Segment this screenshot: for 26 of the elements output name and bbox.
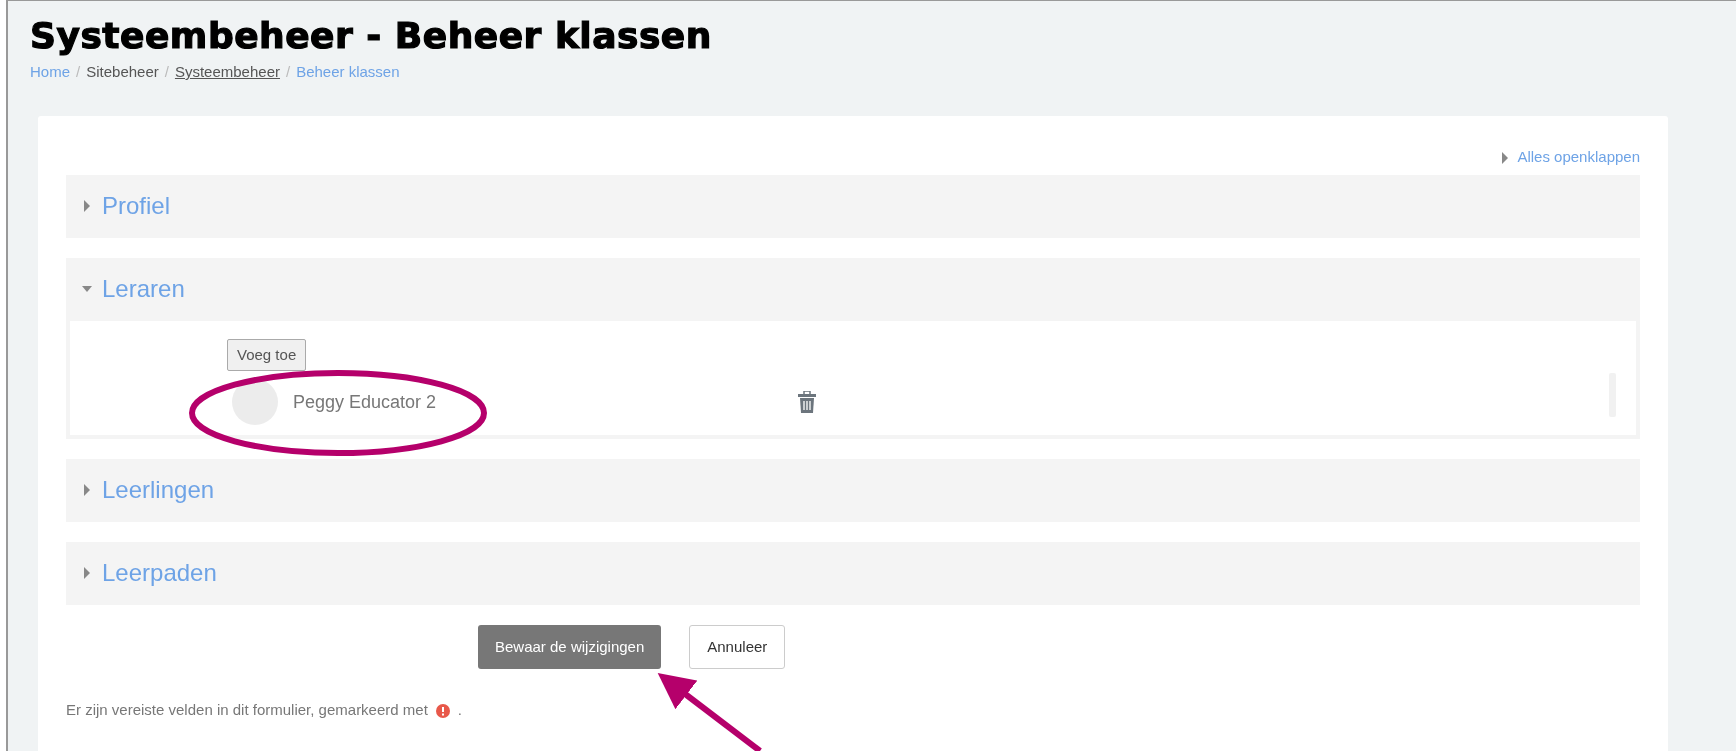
- expand-triangle-icon[interactable]: [82, 484, 92, 497]
- section-toggle[interactable]: Leerlingen: [102, 472, 215, 509]
- breadcrumb-text: Sitebeheer: [86, 62, 159, 80]
- breadcrumb-link[interactable]: Systeembeheer: [174, 62, 280, 80]
- breadcrumb-link[interactable]: Home: [30, 62, 70, 80]
- required-icon: [435, 703, 450, 718]
- expand-triangle-icon[interactable]: [82, 200, 92, 213]
- section-toggle[interactable]: Leerpaden: [102, 555, 217, 592]
- expand-all-link[interactable]: Alles openklappen: [1517, 148, 1640, 166]
- member-name: Peggy Educator 2: [293, 390, 438, 414]
- section-toggle[interactable]: Profiel: [102, 188, 171, 225]
- avatar-circle: [232, 379, 278, 426]
- page-title: Systeembeheer - Beheer klassen: [30, 17, 713, 55]
- save-button[interactable]: Bewaar de wijzigingen: [478, 624, 662, 670]
- trash-icon[interactable]: [798, 391, 816, 414]
- breadcrumb-separator: /: [76, 62, 81, 80]
- cancel-button[interactable]: Annuleer: [689, 624, 786, 670]
- add-button[interactable]: Voeg toe: [227, 338, 307, 372]
- breadcrumb-link[interactable]: Beheer klassen: [296, 62, 400, 80]
- expand-triangle-icon[interactable]: [82, 567, 92, 580]
- note-period: .: [457, 700, 462, 721]
- required-note: Er zijn vereiste velden in dit formulier, gemarkeerd met: [66, 700, 428, 721]
- section-toggle[interactable]: Leraren: [102, 271, 185, 308]
- breadcrumb-separator: /: [164, 62, 169, 80]
- expand-triangle-icon[interactable]: [1500, 152, 1511, 165]
- breadcrumb-separator: /: [286, 62, 291, 80]
